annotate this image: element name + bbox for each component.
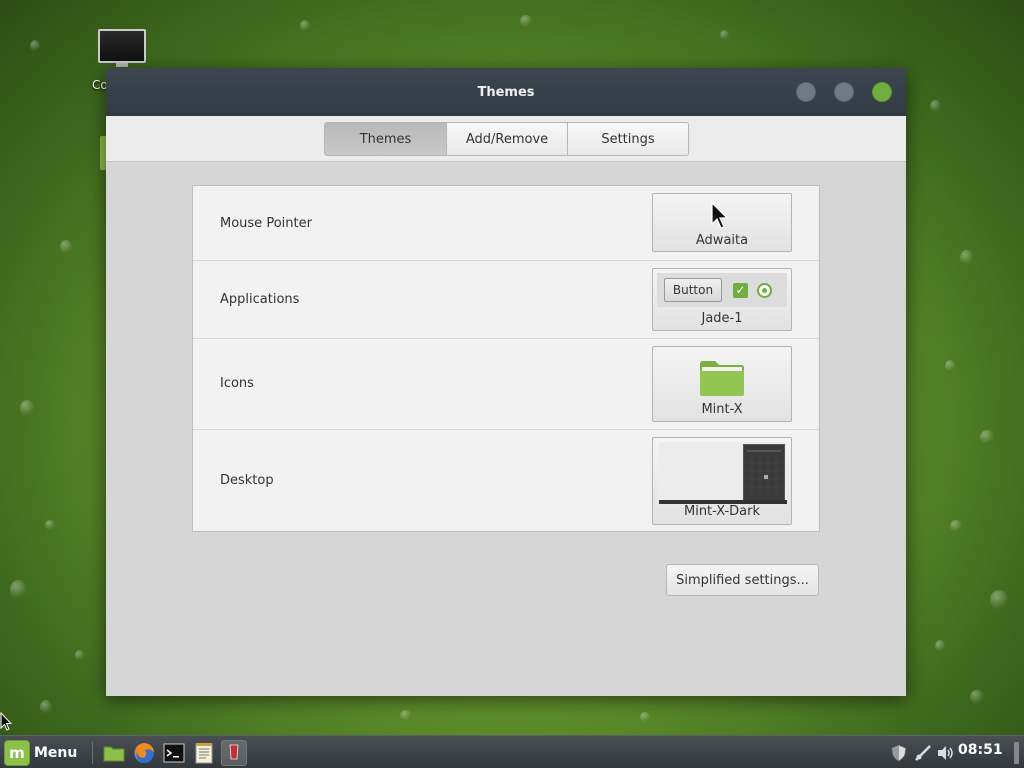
mouse-pointer-theme-button[interactable]: Adwaita (652, 193, 792, 252)
shield-icon[interactable] (888, 740, 910, 766)
desktop-preview-grid (747, 450, 781, 495)
mouse-pointer-label: Mouse Pointer (220, 216, 312, 231)
window-title: Themes (477, 84, 535, 100)
applications-value: Jade-1 (701, 311, 743, 326)
menu-label: Menu (34, 744, 78, 761)
simplified-settings-button[interactable]: Simplified settings... (666, 564, 819, 596)
checkbox-preview-icon: ✓ (733, 283, 748, 298)
desktop-preview-window (743, 444, 785, 502)
folder-preview-icon (700, 361, 744, 396)
files-icon[interactable] (101, 740, 127, 766)
icons-label: Icons (220, 376, 254, 391)
applications-label: Applications (220, 292, 300, 307)
menu-button[interactable]: m Menu (4, 739, 77, 766)
titlebar[interactable]: Themes (106, 68, 906, 116)
preview-button: Button (664, 278, 722, 302)
row-applications: Applications Button ✓ Jade-1 (193, 261, 819, 339)
close-button[interactable] (872, 82, 892, 102)
network-icon[interactable] (912, 740, 934, 766)
text-editor-icon[interactable] (191, 740, 217, 766)
maximize-button[interactable] (834, 82, 854, 102)
applications-theme-button[interactable]: Button ✓ Jade-1 (652, 268, 792, 331)
toolbar: Themes Add/Remove Settings (106, 116, 906, 162)
themes-app-icon[interactable] (221, 740, 247, 766)
tab-add-remove[interactable]: Add/Remove (446, 123, 567, 155)
desktop-preview (659, 442, 787, 504)
tab-settings[interactable]: Settings (567, 123, 688, 155)
row-desktop: Desktop Mint-X-Dark (193, 430, 819, 532)
show-desktop-button[interactable] (1014, 742, 1019, 764)
mint-logo-icon: m (4, 739, 30, 766)
taskbar: m Menu 08:51 (0, 735, 1024, 768)
minimize-button[interactable] (796, 82, 816, 102)
themes-window: Themes Themes Add/Remove Settings Mouse … (106, 68, 906, 696)
tab-themes[interactable]: Themes (325, 123, 446, 155)
icons-value: Mint-X (701, 402, 743, 417)
themes-panel: Mouse Pointer Adwaita Applications Butto… (192, 185, 820, 532)
terminal-icon[interactable] (161, 740, 187, 766)
cursor-preview-icon (711, 202, 729, 229)
row-mouse-pointer: Mouse Pointer Adwaita (193, 186, 819, 261)
tab-bar: Themes Add/Remove Settings (324, 122, 689, 156)
icons-theme-button[interactable]: Mint-X (652, 346, 792, 422)
volume-icon[interactable] (935, 740, 957, 766)
desktop-value: Mint-X-Dark (683, 504, 760, 519)
computer-icon-stand (116, 63, 128, 67)
row-icons: Icons Mint-X (193, 339, 819, 430)
applications-preview: Button ✓ (657, 273, 787, 307)
desktop-label: Desktop (220, 473, 274, 488)
mouse-cursor-icon (0, 712, 12, 731)
firefox-icon[interactable] (131, 740, 157, 766)
desktop-theme-button[interactable]: Mint-X-Dark (652, 437, 792, 525)
clock[interactable]: 08:51 (958, 742, 1003, 758)
computer-icon[interactable] (98, 29, 146, 63)
mouse-pointer-value: Adwaita (695, 233, 749, 248)
radio-preview-icon (757, 283, 772, 298)
taskbar-separator (92, 742, 93, 764)
